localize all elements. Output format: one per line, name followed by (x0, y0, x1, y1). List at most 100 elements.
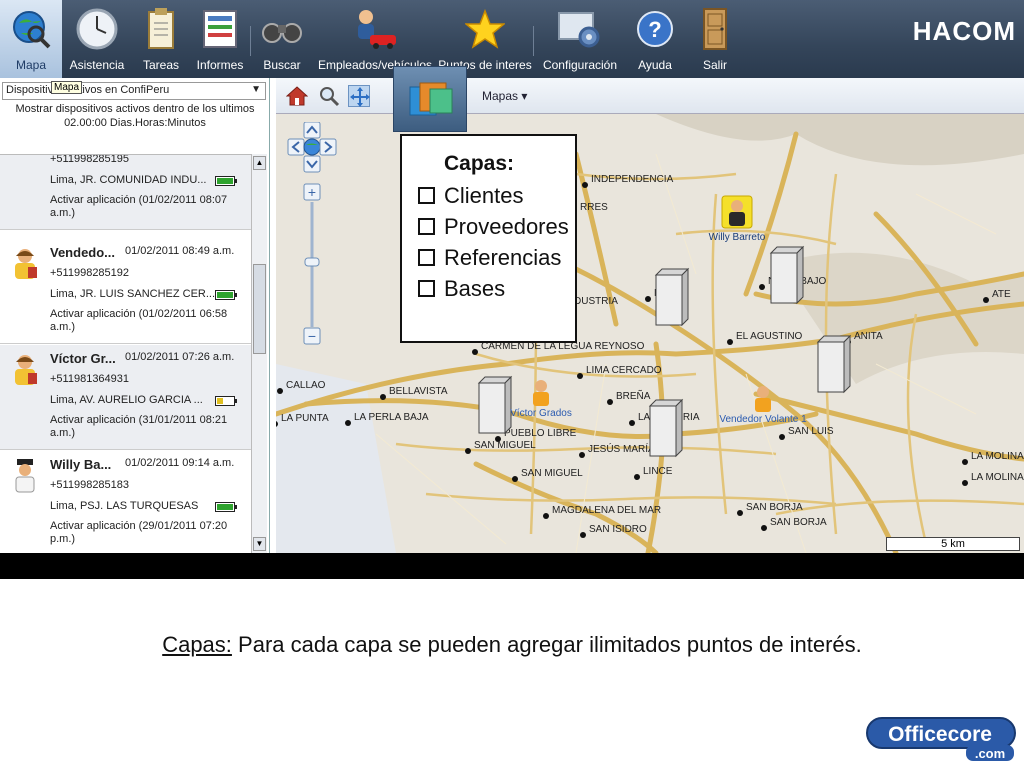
device-name: Vendedo... (50, 245, 116, 260)
device-filter-info: Mostrar dispositivos activos dentro de l… (0, 102, 270, 130)
place-dot (645, 296, 651, 302)
place-dot (577, 373, 583, 379)
toolbar-buscar-button[interactable]: Buscar (251, 0, 313, 78)
device-card[interactable]: Vendedo... 01/02/2011 08:49 a.m. +511998… (0, 239, 252, 344)
toolbar-ayuda-label: Ayuda (638, 58, 672, 72)
capa-bases[interactable]: Bases (418, 273, 575, 304)
device-list-scrollbar[interactable]: ▲ ▼ (251, 154, 267, 553)
map-toolbar: Mapas ▾ (276, 78, 1024, 114)
capas-panel: Capas: Clientes Proveedores Referencias … (400, 134, 577, 343)
device-card[interactable]: Víctor Gr... 01/02/2011 07:26 a.m. +5119… (0, 345, 252, 450)
zoom-icon[interactable] (318, 85, 340, 107)
district-label: CALLAO (286, 380, 326, 391)
place-dot (634, 474, 640, 480)
place-dot (962, 480, 968, 486)
toolbar-asistencia-button[interactable]: Asistencia (62, 0, 132, 78)
device-address: Lima, JR. COMUNIDAD INDU... (50, 174, 207, 186)
salesperson-icon (10, 247, 40, 281)
logo-sub: .com (975, 746, 1005, 761)
svg-text:?: ? (648, 17, 661, 42)
place-dot (962, 459, 968, 465)
caption-text: Para cada capa se pueden agregar ilimita… (231, 632, 862, 657)
district-label: LIMA CERCADO (586, 365, 662, 376)
capa-proveedores[interactable]: Proveedores (418, 211, 575, 242)
brand-logo: HACOM (912, 16, 1016, 46)
settings-icon (557, 6, 603, 52)
place-dot (380, 394, 386, 400)
toolbar-informes-button[interactable]: Informes (190, 0, 250, 78)
layers-button[interactable] (393, 66, 467, 132)
device-list: +511998285195 Lima, JR. COMUNIDAD INDU..… (0, 154, 252, 553)
device-time: 01/02/2011 07:26 a.m. (125, 351, 235, 363)
home-icon[interactable] (285, 85, 309, 107)
place-dot (345, 420, 351, 426)
device-address: Lima, AV. AURELIO GARCIA ... (50, 394, 203, 406)
toolbar-informes-label: Informes (196, 58, 244, 72)
device-panel: Dispositivos activos en ConfiPeru ▼ Most… (0, 78, 270, 553)
scroll-thumb[interactable] (253, 264, 266, 354)
device-activity: Activar aplicación (31/01/2011 08:21 a.m… (50, 414, 228, 439)
toolbar-tareas-button[interactable]: Tareas (132, 0, 190, 78)
place-dot (582, 182, 588, 188)
district-label: INDEPENDENCIA (591, 174, 674, 185)
map-scale: 5 km (886, 537, 1020, 551)
poi-cube-marker (769, 245, 805, 305)
toolbar-configuracion-button[interactable]: Configuración (534, 0, 626, 78)
district-label: SAN ISIDRO (589, 524, 647, 535)
checkbox[interactable] (418, 218, 435, 235)
toolbar-tareas-label: Tareas (142, 58, 180, 72)
capas-title: Capas: (444, 152, 515, 175)
toolbar-ayuda-button[interactable]: ? Ayuda (626, 0, 684, 78)
chevron-down-icon: ▼ (251, 84, 261, 95)
globe-search-icon (8, 6, 54, 52)
checkbox[interactable] (418, 187, 435, 204)
map-panel: Mapas ▾ INDEPENDENCIA RRES BAJO ATE DUST… (276, 78, 1024, 553)
device-card[interactable]: Willy Ba... 01/02/2011 09:14 a.m. +51199… (0, 451, 252, 553)
place-dot (737, 510, 743, 516)
poi-cube-marker (816, 334, 852, 394)
poi-cube-marker (477, 375, 513, 435)
district-label: SAN MIGUEL (474, 440, 536, 451)
device-name: Víctor Gr... (50, 351, 116, 366)
caption-bold: Capas: (162, 632, 232, 657)
slide-caption: Capas: Para cada capa se pueden agregar … (0, 632, 1024, 658)
help-icon: ? (632, 6, 678, 52)
place-dot (465, 448, 471, 454)
device-activity: Activar aplicación (29/01/2011 07:20 p.m… (50, 520, 228, 545)
mapas-menu[interactable]: Mapas ▾ (482, 89, 527, 103)
capa-label: Clientes (444, 182, 524, 208)
map-canvas[interactable]: ÁS PALMERASINDEPENDENCIARRESNCHO BAJOATE… (276, 114, 1024, 553)
place-dot (983, 297, 989, 303)
device-phone: +511998285183 (50, 479, 130, 491)
info-line-2: 02.00:00 Dias.Horas:Minutos (64, 117, 206, 129)
door-icon (692, 6, 738, 52)
clock-icon (74, 6, 120, 52)
chevron-down-icon: ▾ (521, 89, 528, 103)
device-phone: +511998285195 (50, 154, 130, 165)
district-label: SAN LUIS (788, 426, 834, 437)
toolbar-mapa-button[interactable]: Mapa (0, 0, 62, 78)
toolbar-salir-button[interactable]: Salir (684, 0, 746, 78)
svg-text:−: − (308, 328, 316, 344)
scroll-down-icon[interactable]: ▼ (253, 537, 266, 551)
map-drawing: ÁS PALMERASINDEPENDENCIARRESNCHO BAJOATE… (276, 114, 1024, 553)
info-line-1: Mostrar dispositivos activos dentro de l… (15, 103, 255, 115)
scroll-up-icon[interactable]: ▲ (253, 156, 266, 170)
district-label: LA MOLINA (971, 472, 1024, 483)
device-filter-select[interactable]: Dispositivos activos en ConfiPeru ▼ (2, 82, 266, 100)
capa-clientes[interactable]: Clientes (418, 180, 575, 211)
pan-icon[interactable] (348, 85, 370, 107)
battery-icon (215, 396, 237, 406)
district-label: LA PERLA BAJA (354, 412, 429, 423)
district-label: LINCE (643, 466, 673, 477)
zoom-control[interactable]: + − (286, 122, 341, 352)
place-dot (629, 420, 635, 426)
device-activity: Activar aplicación (01/02/2011 06:58 a.m… (50, 308, 228, 333)
capa-referencias[interactable]: Referencias (418, 242, 575, 273)
place-dot (579, 452, 585, 458)
checkbox[interactable] (418, 249, 435, 266)
device-activity: Activar aplicación (01/02/2011 08:07 a.m… (50, 194, 228, 219)
device-phone: +511998285192 (50, 267, 130, 279)
device-card[interactable]: +511998285195 Lima, JR. COMUNIDAD INDU..… (0, 154, 252, 230)
checkbox[interactable] (418, 280, 435, 297)
